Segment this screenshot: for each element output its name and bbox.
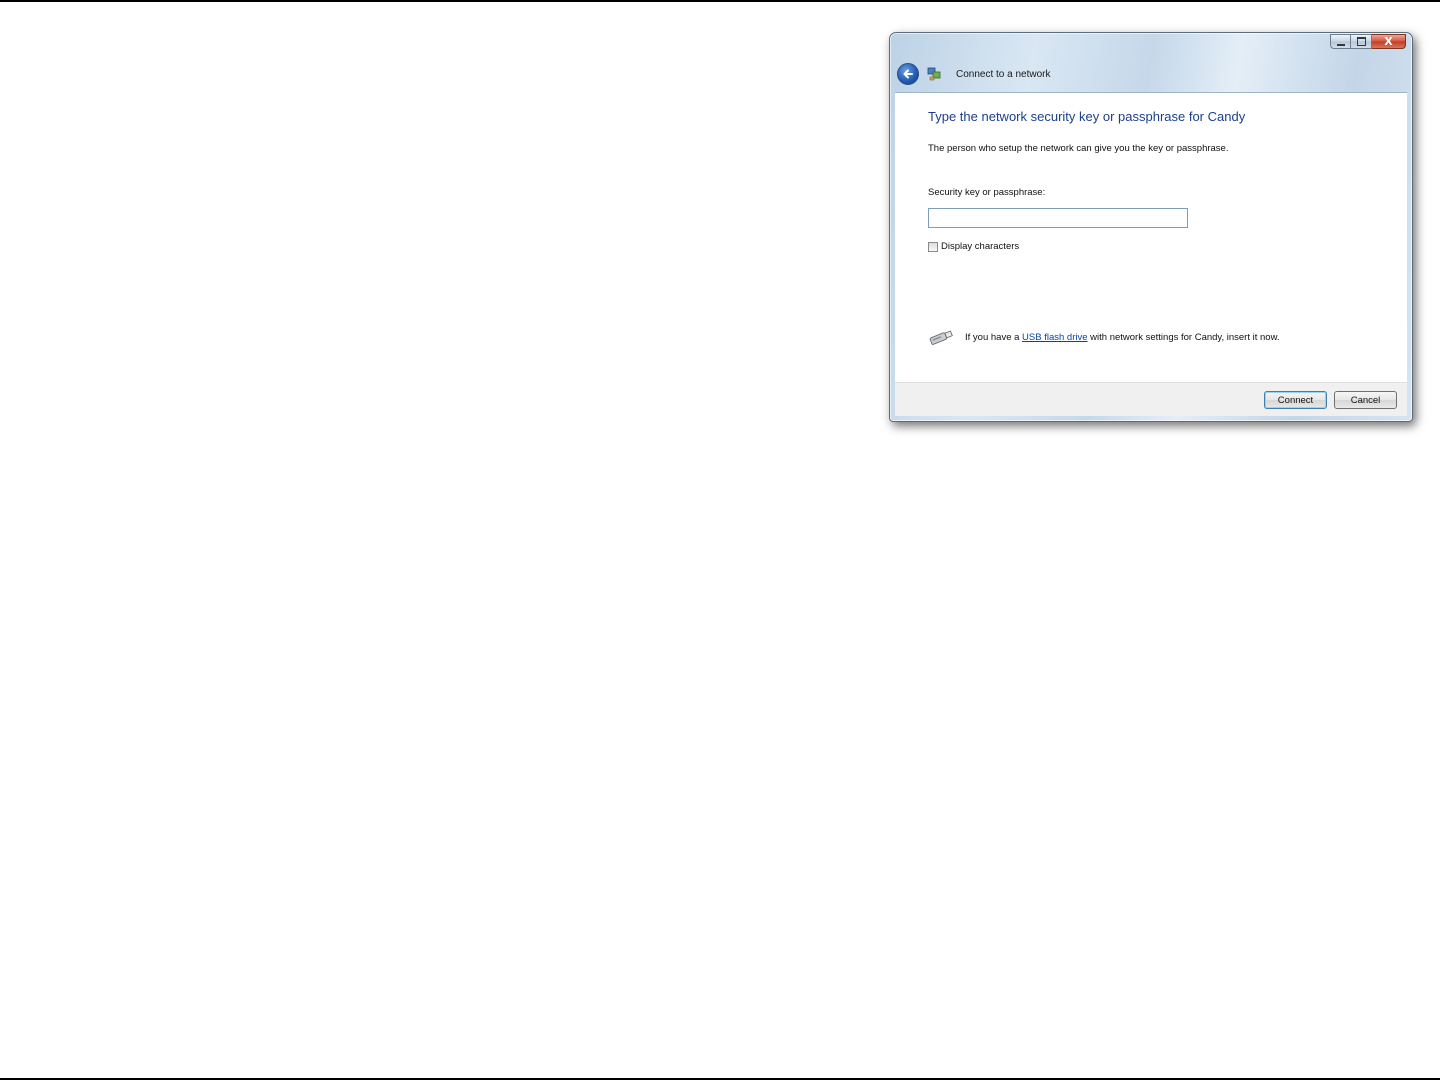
back-arrow-icon — [903, 69, 913, 79]
usb-drive-icon — [929, 330, 953, 345]
minimize-icon — [1336, 43, 1345, 46]
display-characters-label: Display characters — [941, 241, 1020, 252]
usb-hint: If you have a USB flash drive with netwo… — [928, 329, 1280, 345]
usb-hint-text: If you have a USB flash drive with netwo… — [965, 332, 1280, 343]
dialog-footer: Connect Cancel — [895, 382, 1407, 416]
security-key-label: Security key or passphrase: — [928, 187, 1046, 198]
dialog-content: Type the network security key or passphr… — [895, 92, 1407, 382]
description-text: The person who setup the network can giv… — [928, 143, 1229, 154]
maximize-icon — [1356, 37, 1366, 46]
connect-button[interactable]: Connect — [1264, 391, 1327, 409]
maximize-button[interactable] — [1351, 34, 1372, 49]
navigation-bar: Connect to a network — [897, 61, 1051, 87]
back-button[interactable] — [897, 63, 919, 85]
close-icon: X — [1384, 35, 1393, 48]
usb-hint-suffix: with network settings for Candy, insert … — [1087, 331, 1280, 343]
usb-flash-drive-link[interactable]: USB flash drive — [1022, 332, 1087, 343]
caption-buttons: X — [1330, 34, 1406, 49]
connect-network-dialog: X Connect to a network Type the network … — [889, 32, 1413, 422]
cancel-button[interactable]: Cancel — [1334, 391, 1397, 409]
display-characters-option[interactable]: Display characters — [928, 241, 1019, 252]
usb-hint-prefix: If you have a — [965, 331, 1023, 343]
page-bottom-rule — [0, 1078, 1440, 1080]
window-title: Connect to a network — [956, 68, 1051, 80]
page-heading: Type the network security key or passphr… — [928, 109, 1246, 124]
display-characters-checkbox[interactable] — [928, 241, 938, 252]
security-key-input[interactable] — [928, 208, 1188, 228]
page-top-rule — [0, 0, 1440, 2]
minimize-button[interactable] — [1330, 34, 1351, 49]
network-icon — [927, 67, 941, 81]
close-button[interactable]: X — [1372, 34, 1406, 49]
